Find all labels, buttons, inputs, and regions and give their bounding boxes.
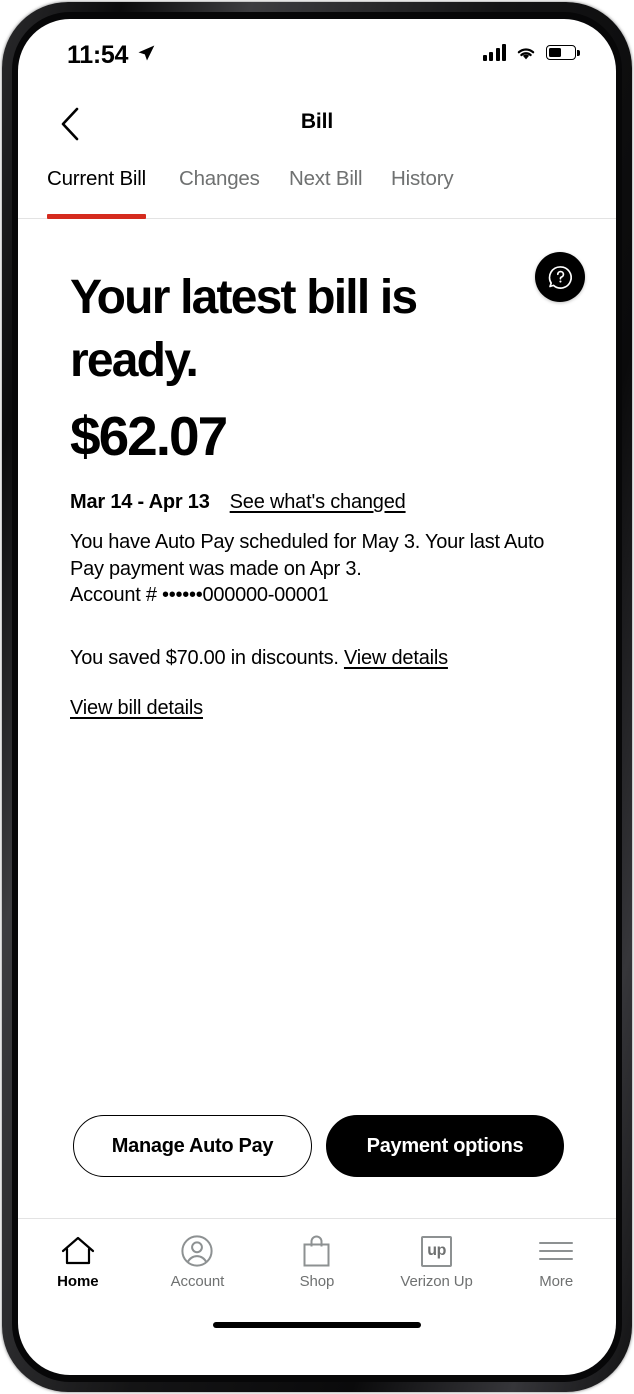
tab-active-underline: [47, 214, 146, 219]
verizon-up-badge: up: [421, 1235, 453, 1267]
tab-history-label: History: [391, 167, 454, 190]
status-bar-indicators: [482, 44, 580, 61]
view-bill-details-link[interactable]: View bill details: [70, 697, 203, 719]
nav-item-home-label: Home: [57, 1273, 99, 1290]
nav-item-account[interactable]: Account: [138, 1219, 258, 1306]
nav-item-verizon-up[interactable]: up Verizon Up: [377, 1219, 497, 1306]
nav-item-more-label: More: [539, 1273, 574, 1290]
tab-changes-label: Changes: [179, 167, 260, 190]
phone-screen: 11:54 Bill Current Bill Changes Next Bil…: [18, 19, 616, 1375]
bill-amount: $62.07: [70, 405, 228, 467]
nav-item-account-label: Account: [170, 1273, 225, 1290]
bill-tab-bar: Current Bill Changes Next Bill History: [18, 167, 616, 219]
phone-frame: 11:54 Bill Current Bill Changes Next Bil…: [2, 2, 632, 1392]
nav-item-shop[interactable]: Shop: [257, 1219, 377, 1306]
tab-next-bill[interactable]: Next Bill: [289, 167, 363, 219]
savings-row: You saved $70.00 in discounts. View deta…: [70, 647, 448, 670]
bottom-navigation-bar: Home Account Shop up Verizon Up More: [18, 1218, 616, 1306]
wifi-icon: [517, 48, 535, 60]
cellular-signal-icon: [482, 44, 506, 61]
nav-item-shop-label: Shop: [299, 1273, 335, 1290]
verizon-up-icon: up: [421, 1232, 453, 1270]
account-person-icon: [180, 1232, 214, 1270]
manage-auto-pay-button[interactable]: Manage Auto Pay: [73, 1115, 312, 1177]
shopping-bag-icon: [301, 1232, 332, 1270]
status-bar: 11:54: [18, 19, 616, 91]
nav-item-more[interactable]: More: [496, 1219, 616, 1306]
page-title: Bill: [300, 110, 334, 133]
view-discount-details-link[interactable]: View details: [344, 647, 448, 669]
home-indicator[interactable]: [213, 1322, 421, 1328]
bill-details-row: View bill details: [70, 697, 203, 720]
nav-item-home[interactable]: Home: [18, 1219, 138, 1306]
autopay-status-text: You have Auto Pay scheduled for May 3. Y…: [70, 531, 545, 606]
payment-options-button[interactable]: Payment options: [326, 1115, 564, 1177]
battery-icon: [546, 45, 580, 60]
tab-next-bill-label: Next Bill: [289, 167, 363, 190]
tab-history[interactable]: History: [391, 167, 454, 219]
action-button-group: Manage Auto Pay Payment options: [18, 1115, 616, 1195]
nav-header: Bill: [18, 91, 616, 153]
help-question-bubble-icon: [548, 265, 572, 289]
location-arrow-icon: [138, 45, 155, 61]
bill-date-row: Mar 14 - Apr 13 See what's changed: [70, 491, 406, 514]
tab-current-bill-label: Current Bill: [47, 167, 146, 190]
tab-changes[interactable]: Changes: [179, 167, 260, 219]
help-button[interactable]: [535, 252, 585, 302]
home-icon: [60, 1232, 96, 1270]
tab-current-bill[interactable]: Current Bill: [47, 167, 146, 219]
nav-item-verizon-up-label: Verizon Up: [400, 1273, 473, 1290]
page-headline: Your latest bill is ready.: [70, 271, 418, 387]
hamburger-menu-icon: [539, 1232, 574, 1270]
savings-text: You saved $70.00 in discounts.: [70, 647, 339, 669]
status-bar-time: 11:54: [67, 41, 129, 69]
see-whats-changed-link[interactable]: See what's changed: [230, 491, 406, 514]
bill-date-range: Mar 14 - Apr 13: [70, 491, 210, 513]
